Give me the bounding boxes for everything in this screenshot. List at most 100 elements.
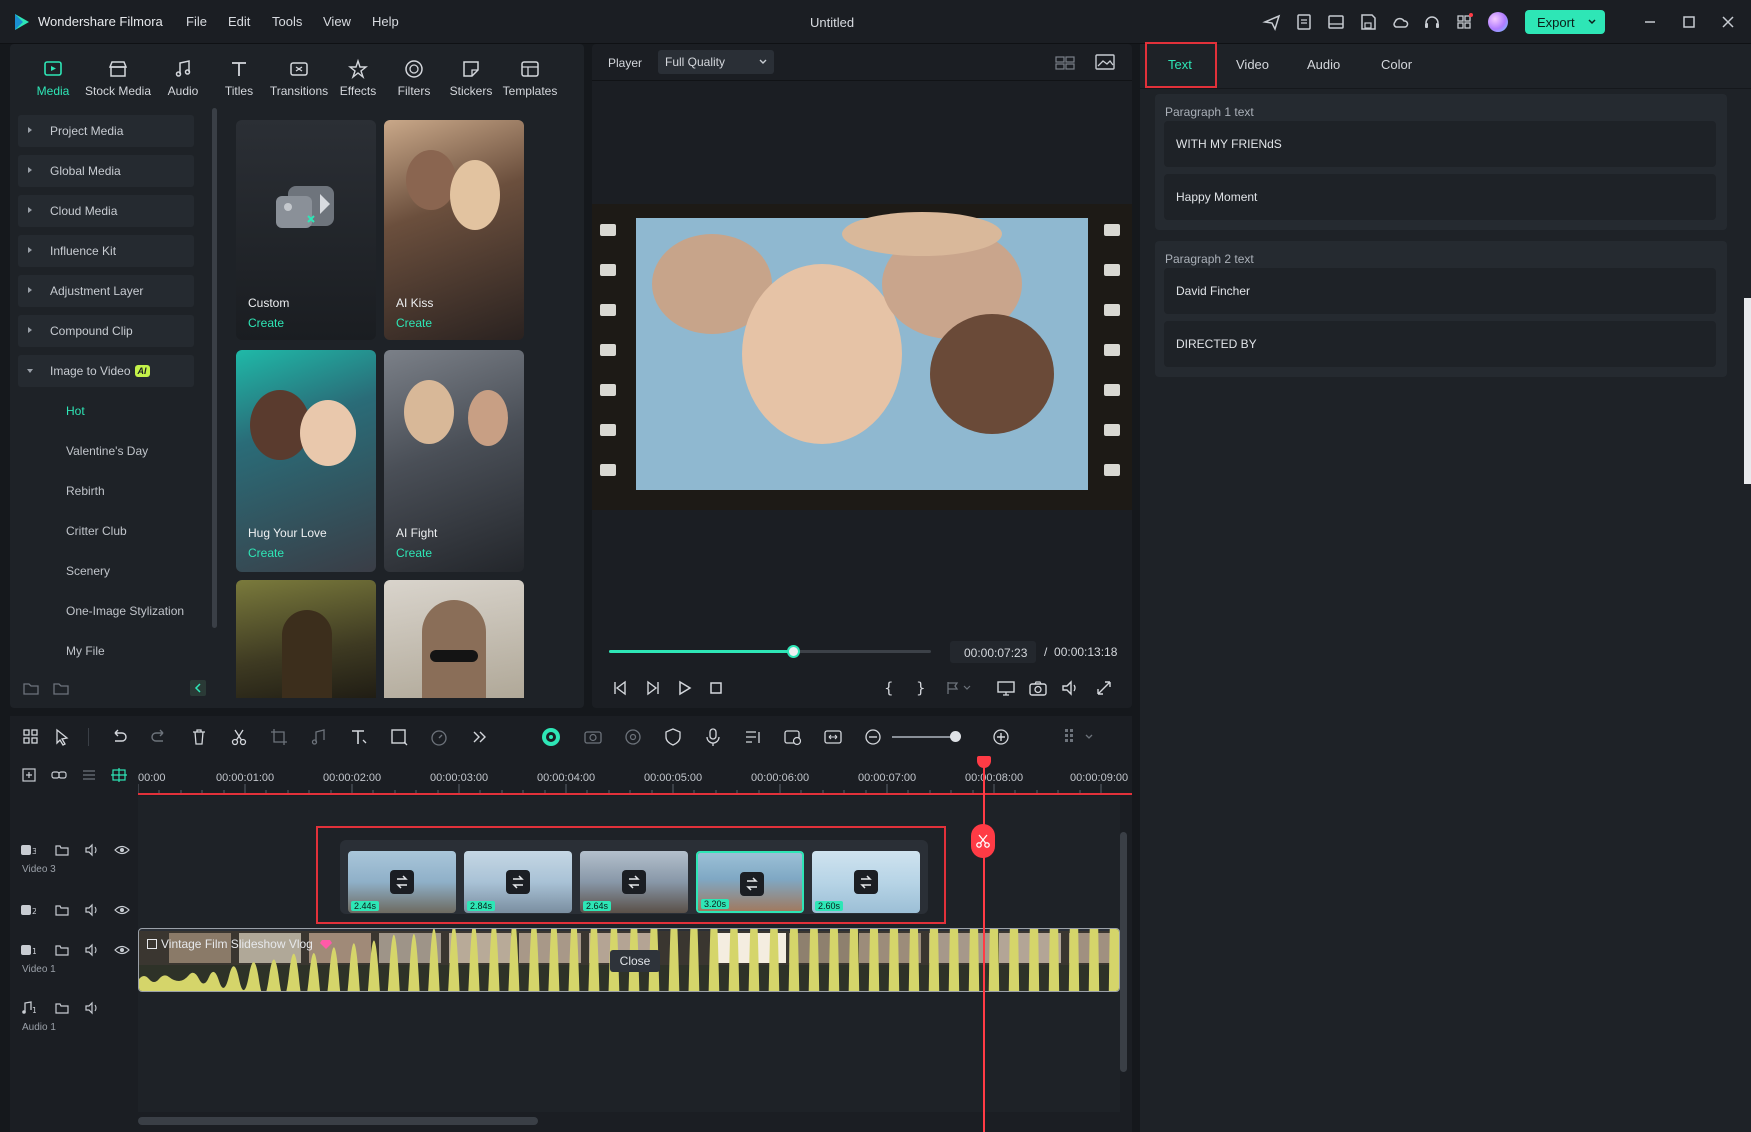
- replace-icon[interactable]: [622, 870, 646, 894]
- tree-sub-my-file[interactable]: My File: [66, 644, 105, 658]
- clip-1[interactable]: 2.44s: [348, 851, 456, 913]
- play-icon[interactable]: [674, 678, 694, 698]
- display-icon[interactable]: [996, 678, 1016, 698]
- lock-folder-icon[interactable]: [54, 902, 70, 918]
- stop-icon[interactable]: [706, 678, 726, 698]
- render-icon[interactable]: [582, 726, 604, 748]
- link-icon[interactable]: [50, 766, 68, 784]
- tree-sub-scenery[interactable]: Scenery: [66, 564, 110, 578]
- tree-project-media[interactable]: Project Media: [18, 115, 194, 147]
- camera-icon[interactable]: [1028, 678, 1048, 698]
- redo-icon[interactable]: [148, 726, 170, 748]
- track-volume-icon[interactable]: [84, 902, 100, 918]
- card-custom[interactable]: Custom Create: [236, 120, 376, 340]
- quality-select[interactable]: Full Quality: [658, 50, 774, 74]
- select-tool-icon[interactable]: [52, 726, 74, 748]
- card-cracked-face[interactable]: [384, 580, 524, 698]
- tab-transitions[interactable]: Transitions: [267, 58, 331, 102]
- lock-folder-icon[interactable]: [54, 942, 70, 958]
- replace-icon[interactable]: [506, 870, 530, 894]
- timeline-vscrollbar[interactable]: [1120, 832, 1127, 1072]
- mask-icon[interactable]: [388, 726, 410, 748]
- clip-5[interactable]: 2.60s: [812, 851, 920, 913]
- text-tool-icon[interactable]: [348, 726, 370, 748]
- lock-folder-icon[interactable]: [54, 1000, 70, 1016]
- apps-grid-icon[interactable]: [1454, 12, 1474, 32]
- delete-icon[interactable]: [188, 726, 210, 748]
- tree-sub-valentines-day[interactable]: Valentine's Day: [66, 444, 148, 458]
- lock-folder-icon[interactable]: [54, 842, 70, 858]
- keyframe-icon[interactable]: [782, 726, 804, 748]
- snapshot-image-icon[interactable]: [1094, 52, 1116, 72]
- eye-icon[interactable]: [114, 942, 130, 958]
- more-tools-icon[interactable]: [468, 726, 490, 748]
- tab-audio[interactable]: Audio: [155, 58, 211, 102]
- track-volume-icon[interactable]: [84, 842, 100, 858]
- tree-sub-hot[interactable]: Hot: [66, 404, 85, 418]
- maximize-icon[interactable]: [1679, 12, 1699, 32]
- mark-out-icon[interactable]: }: [910, 678, 930, 698]
- collapse-panel-icon[interactable]: [190, 680, 206, 696]
- next-frame-icon[interactable]: [643, 678, 663, 698]
- layout-icon[interactable]: [1326, 12, 1346, 32]
- replace-icon[interactable]: [740, 872, 764, 896]
- layout-grid-icon[interactable]: [20, 726, 42, 748]
- tab-stock-media[interactable]: Stock Media: [84, 58, 152, 102]
- grid-view-icon[interactable]: [1054, 52, 1076, 72]
- tree-sub-critter-club[interactable]: Critter Club: [66, 524, 127, 538]
- tree-sub-rebirth[interactable]: Rebirth: [66, 484, 105, 498]
- ai-tool-icon[interactable]: [540, 726, 562, 748]
- card-ai-fight[interactable]: AI Fight Create: [384, 350, 524, 572]
- menu-file[interactable]: File: [186, 14, 207, 29]
- crop-icon[interactable]: [268, 726, 290, 748]
- audio-mixer-icon[interactable]: [742, 726, 764, 748]
- zoom-out-icon[interactable]: [862, 726, 884, 748]
- card-hug-your-love[interactable]: Hug Your Love Create: [236, 350, 376, 572]
- current-time[interactable]: 00:00:07:23: [950, 641, 1036, 663]
- eye-icon[interactable]: [114, 842, 130, 858]
- timeline-hscrollbar[interactable]: [138, 1117, 538, 1125]
- tab-media[interactable]: Media: [25, 58, 81, 102]
- support-icon[interactable]: [1422, 12, 1442, 32]
- tree-compound-clip[interactable]: Compound Clip: [18, 315, 194, 347]
- tab-templates[interactable]: Templates: [500, 58, 560, 102]
- progress-handle[interactable]: [787, 645, 800, 658]
- stabilize-icon[interactable]: [622, 726, 644, 748]
- minimize-icon[interactable]: [1640, 12, 1660, 32]
- timeline-layout-icon[interactable]: [1062, 726, 1102, 748]
- send-icon[interactable]: [1262, 12, 1282, 32]
- fit-width-icon[interactable]: [822, 726, 844, 748]
- audio-edit-icon[interactable]: [308, 726, 330, 748]
- tree-scrollbar[interactable]: [212, 108, 217, 628]
- replace-icon[interactable]: [854, 870, 878, 894]
- track-volume-icon[interactable]: [84, 1000, 100, 1016]
- snap-icon[interactable]: [110, 766, 128, 784]
- shield-icon[interactable]: [662, 726, 684, 748]
- replace-icon[interactable]: [390, 870, 414, 894]
- create-link[interactable]: Create: [396, 316, 432, 330]
- save-icon[interactable]: [1358, 12, 1378, 32]
- tree-adjustment-layer[interactable]: Adjustment Layer: [18, 275, 194, 307]
- clip-2[interactable]: 2.84s: [464, 851, 572, 913]
- paragraph-2-field-2[interactable]: DIRECTED BY: [1164, 321, 1716, 367]
- close-tooltip[interactable]: Close: [610, 950, 660, 972]
- user-avatar[interactable]: [1488, 12, 1508, 32]
- tree-image-to-video[interactable]: Image to Video AI: [18, 355, 194, 387]
- tree-cloud-media[interactable]: Cloud Media: [18, 195, 194, 227]
- zoom-slider-handle[interactable]: [950, 731, 961, 742]
- clip-4[interactable]: 3.20s: [696, 851, 804, 913]
- tasks-icon[interactable]: [1294, 12, 1314, 32]
- paragraph-1-field-2[interactable]: Happy Moment: [1164, 174, 1716, 220]
- marker-icon[interactable]: [944, 678, 974, 698]
- eye-icon[interactable]: [114, 902, 130, 918]
- folder-icon[interactable]: [52, 680, 70, 698]
- menu-tools[interactable]: Tools: [272, 14, 302, 29]
- tree-sub-one-image-stylization[interactable]: One-Image Stylization: [66, 604, 184, 618]
- menu-edit[interactable]: Edit: [228, 14, 250, 29]
- tab-stickers[interactable]: Stickers: [443, 58, 499, 102]
- tab-video[interactable]: Video: [1236, 57, 1269, 72]
- undo-icon[interactable]: [108, 726, 130, 748]
- tab-filters[interactable]: Filters: [386, 58, 442, 102]
- add-track-icon[interactable]: [20, 766, 38, 784]
- paragraph-2-field-1[interactable]: David Fincher: [1164, 268, 1716, 314]
